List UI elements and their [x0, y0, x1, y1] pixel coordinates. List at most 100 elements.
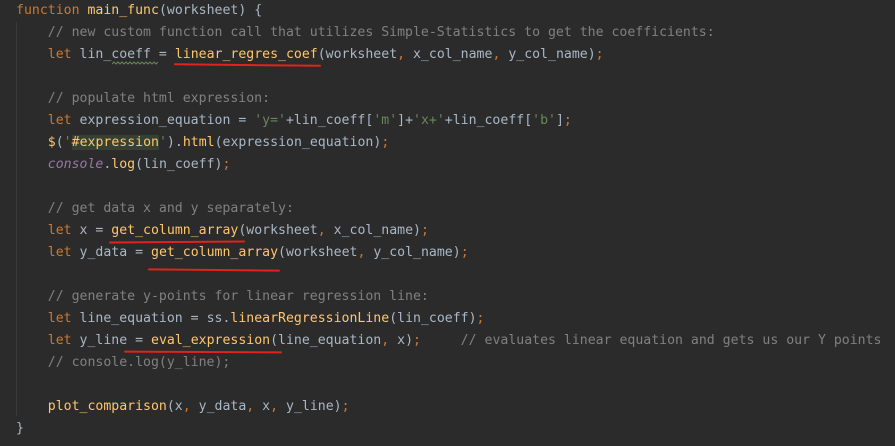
code-token: let	[47, 333, 80, 348]
code-token: y_col_name)	[508, 47, 596, 62]
code-token: x_col_name)	[333, 223, 421, 238]
code-token: html	[182, 135, 215, 150]
code-token: 'm'	[373, 113, 398, 128]
code-token: ;	[381, 135, 390, 150]
code-token: let	[47, 113, 80, 128]
code-line: let expression_equation = 'y='+lin_coeff…	[16, 110, 572, 132]
code-line: }	[16, 418, 24, 440]
code-line: console.log(lin_coeff);	[16, 154, 231, 176]
code-token: (worksheet	[278, 245, 358, 260]
code-token: ).	[166, 135, 183, 150]
code-token: expression_equation =	[79, 113, 255, 128]
code-token: (	[55, 135, 64, 150]
code-token: // get data x and y separately:	[16, 201, 294, 216]
code-token: ,	[381, 333, 398, 348]
code-token: // populate html expression:	[16, 91, 271, 106]
code-token: linearRegressionLine	[230, 311, 390, 326]
code-token: (x	[166, 399, 183, 414]
code-token: ;	[420, 223, 429, 238]
code-token: +lin_coeff[	[444, 113, 533, 128]
code-line: function main_func(worksheet) {	[16, 0, 262, 22]
code-token: eval_expression	[151, 333, 271, 348]
code-token: '	[63, 135, 72, 150]
code-line: // console.log(y_line);	[16, 352, 231, 374]
code-token: ;	[595, 47, 604, 62]
code-token: $	[47, 135, 56, 150]
code-token: x_col_name	[413, 47, 493, 62]
annotation-underline-get-column-array-y	[147, 268, 281, 272]
code-line: // new custom function call that utilize…	[16, 22, 715, 44]
code-line: // get data x and y separately:	[16, 198, 294, 220]
code-line: $('#expression').html(expression_equatio…	[16, 132, 389, 154]
code-line: plot_comparison(x, y_data, x, y_line);	[16, 396, 350, 418]
code-token: y_data =	[79, 245, 151, 260]
code-token: ;	[476, 311, 485, 326]
code-token: ;	[222, 157, 231, 172]
code-token: (lin_coeff)	[135, 157, 223, 172]
code-token: let	[47, 311, 80, 326]
code-token: ,	[397, 47, 414, 62]
code-token: (worksheet	[238, 223, 318, 238]
code-token: ;	[460, 245, 469, 260]
code-token: let	[47, 223, 80, 238]
code-token: '	[158, 135, 167, 150]
code-token: }	[16, 421, 24, 436]
code-token: x)	[397, 333, 414, 348]
code-token: get_column_array	[111, 223, 239, 238]
code-token: x	[262, 399, 271, 414]
code-token: #expression	[71, 135, 159, 150]
code-line: let y_data = get_column_array(worksheet,…	[16, 242, 469, 264]
code-token: get_column_array	[151, 245, 279, 260]
code-token: y_data	[198, 399, 247, 414]
code-token: y_line)	[286, 399, 342, 414]
code-line: let line_equation = ss.linearRegressionL…	[16, 308, 485, 330]
code-editor[interactable]: function main_func(worksheet) { // new c…	[0, 0, 895, 446]
code-token: (lin_coeff)	[389, 311, 477, 326]
code-token: main_func	[87, 3, 159, 18]
code-token: +lin_coeff[	[285, 113, 374, 128]
code-token: (line_equation	[270, 333, 382, 348]
code-token: x =	[79, 223, 112, 238]
code-token: linear_regres_coef	[174, 47, 318, 62]
code-token: ;	[341, 399, 350, 414]
code-line: let y_line = eval_expression(line_equati…	[16, 330, 882, 352]
code-token: 'x+'	[413, 113, 445, 128]
code-token: ,	[357, 245, 374, 260]
code-token: // generate y-points for linear regressi…	[16, 289, 429, 304]
annotation-underline-linear-regres-coef	[173, 63, 322, 67]
code-token: (expression_equation)	[214, 135, 382, 150]
code-token: lin_coeff =	[79, 47, 175, 62]
code-token: (worksheet) {	[158, 3, 263, 18]
code-token: ,	[492, 47, 509, 62]
code-token: line_equation = ss.	[79, 311, 231, 326]
code-token: // evaluates linear equation and gets us…	[420, 333, 882, 348]
code-token: let	[47, 47, 80, 62]
code-token: log	[111, 157, 136, 172]
code-line: // generate y-points for linear regressi…	[16, 286, 429, 308]
code-token: 'y='	[254, 113, 286, 128]
code-token: ]	[555, 113, 564, 128]
code-token: ,	[270, 399, 287, 414]
code-token: function	[16, 3, 88, 18]
code-token: plot_comparison	[47, 399, 167, 414]
code-token: ,	[182, 399, 199, 414]
code-token: ]+	[397, 113, 414, 128]
code-token: (worksheet	[317, 47, 398, 62]
code-token: y_col_name)	[373, 245, 461, 260]
code-token: let	[47, 245, 80, 260]
code-token: 'b'	[532, 113, 556, 128]
code-token: ;	[413, 333, 421, 348]
code-line: // populate html expression:	[16, 88, 270, 110]
code-token: ,	[246, 399, 263, 414]
code-line: let lin_coeff = linear_regres_coef(works…	[16, 44, 604, 66]
code-token: console	[47, 157, 104, 172]
